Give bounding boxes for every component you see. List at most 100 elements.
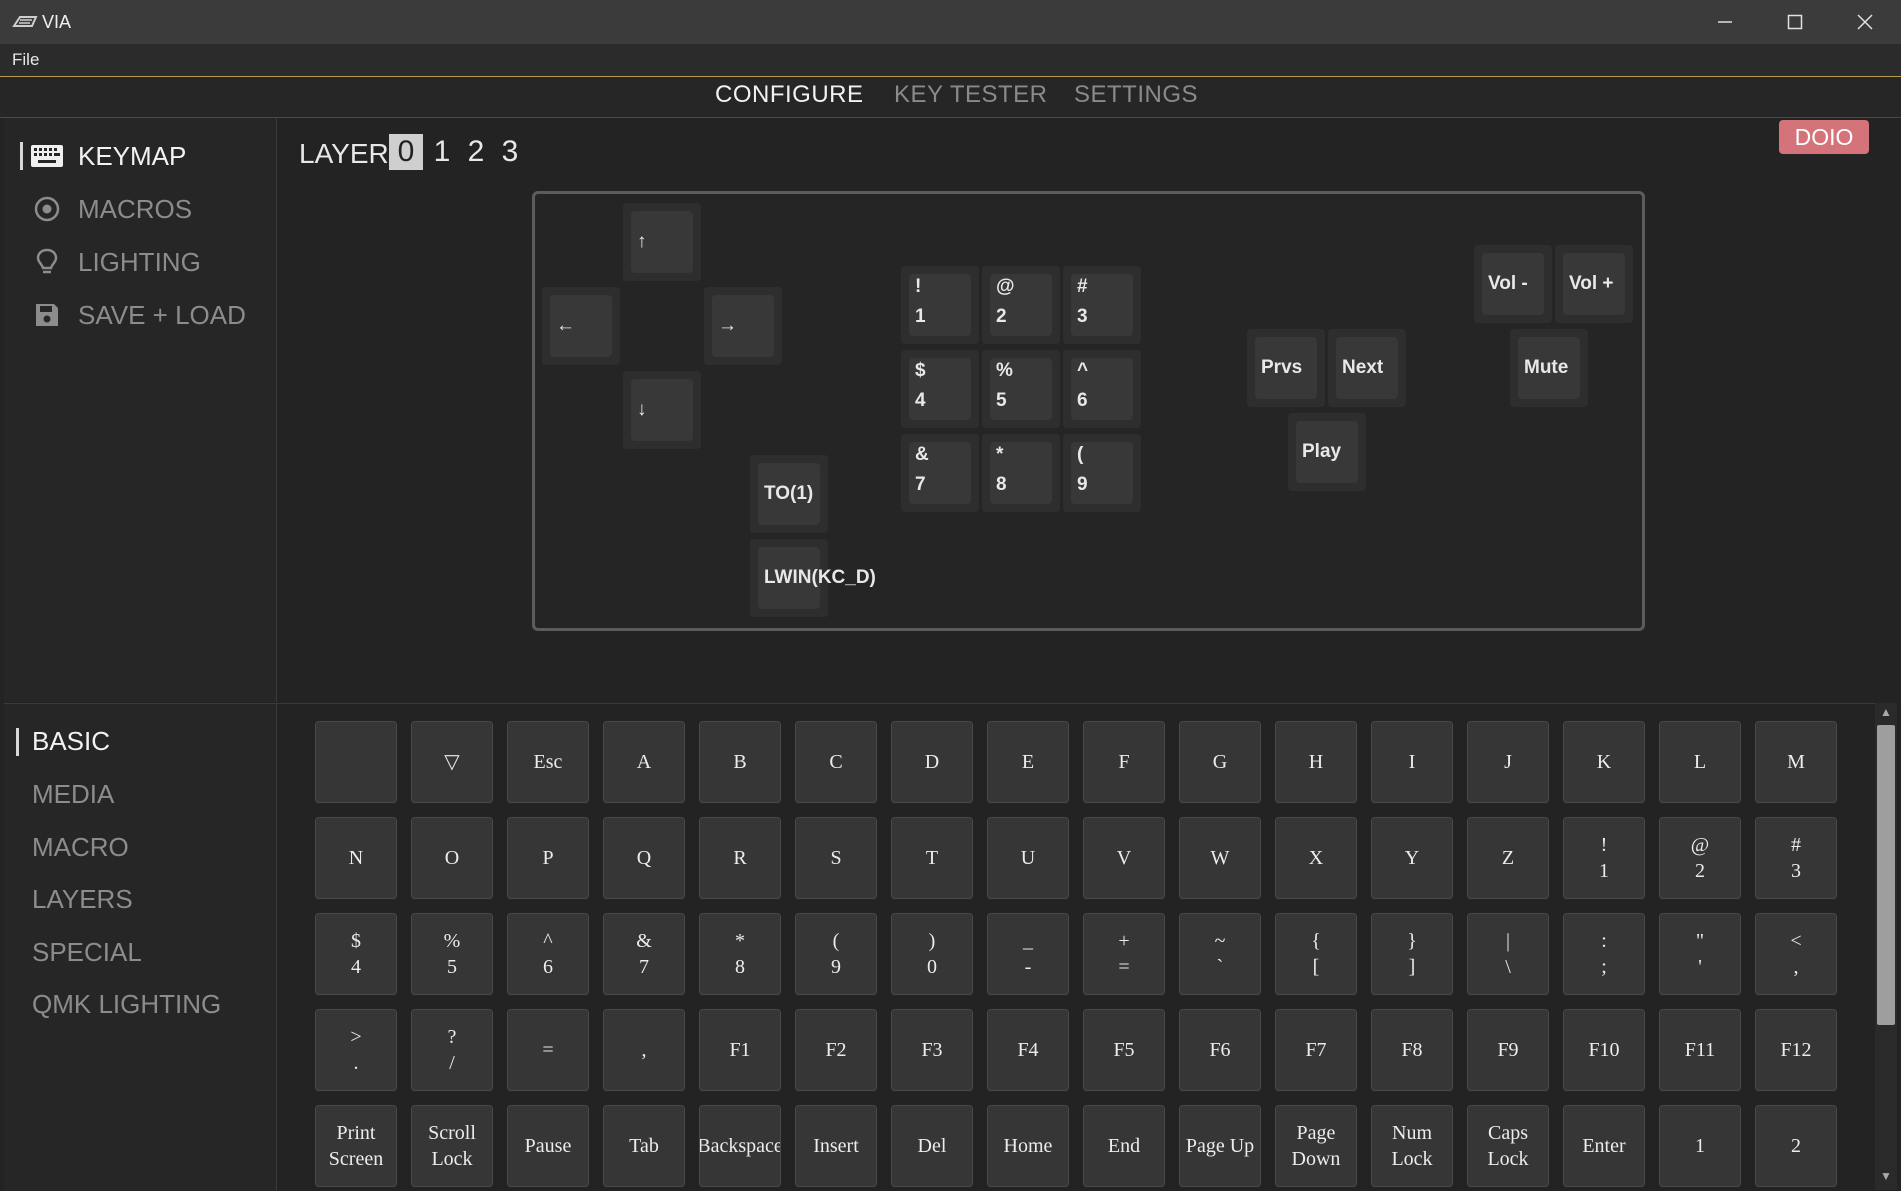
keycode-button[interactable]: Pause: [507, 1105, 589, 1187]
keycode-button[interactable]: Page Down: [1275, 1105, 1357, 1187]
keycode-button[interactable]: D: [891, 721, 973, 803]
keycode-button[interactable]: R: [699, 817, 781, 899]
key-arrow-up[interactable]: ↑: [623, 203, 701, 281]
key-mute[interactable]: Mute: [1510, 329, 1588, 407]
keycode-button[interactable]: Backspace: [699, 1105, 781, 1187]
keycode-button[interactable]: [315, 721, 397, 803]
tab-key-tester[interactable]: KEY TESTER: [894, 81, 1048, 109]
keycode-button[interactable]: ) 0: [891, 913, 973, 995]
keycode-button[interactable]: E: [987, 721, 1069, 803]
key-arrow-right[interactable]: →: [704, 287, 782, 365]
key-2[interactable]: @2: [982, 266, 1060, 344]
keycode-button[interactable]: Page Up: [1179, 1105, 1261, 1187]
keycode-button[interactable]: Tab: [603, 1105, 685, 1187]
keycode-button[interactable]: Del: [891, 1105, 973, 1187]
sidebar-item-macros[interactable]: MACROS: [30, 191, 192, 227]
keycode-button[interactable]: S: [795, 817, 877, 899]
keycode-button[interactable]: A: [603, 721, 685, 803]
keycode-button[interactable]: F12: [1755, 1009, 1837, 1091]
keycode-button[interactable]: Y: [1371, 817, 1453, 899]
keycode-button[interactable]: (9: [795, 913, 877, 995]
keycode-button[interactable]: $4: [315, 913, 397, 995]
keycode-button[interactable]: & 7: [603, 913, 685, 995]
category-macro[interactable]: MACRO: [32, 832, 129, 863]
keycode-button[interactable]: Insert: [795, 1105, 877, 1187]
sidebar-item-keymap[interactable]: KEYMAP: [20, 138, 186, 174]
tab-settings[interactable]: SETTINGS: [1074, 81, 1198, 109]
key-lwin[interactable]: LWIN(KC_D): [750, 539, 876, 617]
keycode-scrollbar[interactable]: ▲ ▼: [1875, 703, 1897, 1190]
keycode-button[interactable]: K: [1563, 721, 1645, 803]
maximize-button[interactable]: [1760, 0, 1830, 44]
minimize-button[interactable]: [1690, 0, 1760, 44]
keycode-button[interactable]: V: [1083, 817, 1165, 899]
keycode-button[interactable]: End: [1083, 1105, 1165, 1187]
key-8[interactable]: * 8: [982, 434, 1060, 512]
category-media[interactable]: MEDIA: [32, 779, 114, 810]
keycode-button[interactable]: Enter: [1563, 1105, 1645, 1187]
keycode-button[interactable]: F2: [795, 1009, 877, 1091]
layer-1-button[interactable]: 1: [425, 134, 459, 170]
keycode-button[interactable]: N: [315, 817, 397, 899]
keycode-button[interactable]: Home: [987, 1105, 1069, 1187]
category-qmk-lighting[interactable]: QMK LIGHTING: [32, 989, 221, 1020]
keycode-button[interactable]: ▽: [411, 721, 493, 803]
keycode-button[interactable]: Z: [1467, 817, 1549, 899]
keycode-button[interactable]: F5: [1083, 1009, 1165, 1091]
keycode-button[interactable]: F11: [1659, 1009, 1741, 1091]
keycode-button[interactable]: X: [1275, 817, 1357, 899]
keycode-button[interactable]: * 8: [699, 913, 781, 995]
keycode-button[interactable]: C: [795, 721, 877, 803]
keycode-button[interactable]: #3: [1755, 817, 1837, 899]
keycode-button[interactable]: ~ `: [1179, 913, 1261, 995]
keycode-button[interactable]: ! 1: [1563, 817, 1645, 899]
keycode-button[interactable]: G: [1179, 721, 1261, 803]
key-7[interactable]: & 7: [901, 434, 979, 512]
keycode-button[interactable]: F4: [987, 1009, 1069, 1091]
keycode-button[interactable]: | \: [1467, 913, 1549, 995]
keycode-button[interactable]: :;: [1563, 913, 1645, 995]
keycode-button[interactable]: Q: [603, 817, 685, 899]
keycode-button[interactable]: >.: [315, 1009, 397, 1091]
sidebar-item-lighting[interactable]: LIGHTING: [30, 244, 201, 280]
keycode-button[interactable]: }]: [1371, 913, 1453, 995]
keycode-button[interactable]: Num Lock: [1371, 1105, 1453, 1187]
tab-configure[interactable]: CONFIGURE: [715, 81, 864, 109]
keycode-button[interactable]: I: [1371, 721, 1453, 803]
key-3[interactable]: #3: [1063, 266, 1141, 344]
key-arrow-down[interactable]: ↓: [623, 371, 701, 449]
key-next[interactable]: Next: [1328, 329, 1406, 407]
scroll-thumb[interactable]: [1877, 725, 1895, 1025]
menu-file[interactable]: File: [12, 50, 39, 70]
keycode-button[interactable]: 1: [1659, 1105, 1741, 1187]
keycode-button[interactable]: F7: [1275, 1009, 1357, 1091]
key-9[interactable]: (9: [1063, 434, 1141, 512]
key-prvs[interactable]: Prvs: [1247, 329, 1325, 407]
keycode-button[interactable]: L: [1659, 721, 1741, 803]
keycode-button[interactable]: B: [699, 721, 781, 803]
scroll-up-icon[interactable]: ▲: [1875, 705, 1897, 723]
close-button[interactable]: [1830, 0, 1900, 44]
keycode-button[interactable]: M: [1755, 721, 1837, 803]
layer-0-button[interactable]: 0: [389, 134, 423, 170]
keycode-button[interactable]: ^ 6: [507, 913, 589, 995]
keycode-button[interactable]: @2: [1659, 817, 1741, 899]
key-6[interactable]: ^ 6: [1063, 350, 1141, 428]
category-basic[interactable]: BASIC: [32, 726, 110, 757]
keycode-button[interactable]: % 5: [411, 913, 493, 995]
sidebar-item-save-load[interactable]: SAVE + LOAD: [30, 297, 246, 333]
category-special[interactable]: SPECIAL: [32, 937, 142, 968]
layer-3-button[interactable]: 3: [493, 134, 527, 170]
keycode-button[interactable]: T: [891, 817, 973, 899]
keycode-button[interactable]: + =: [1083, 913, 1165, 995]
keycode-button[interactable]: F: [1083, 721, 1165, 803]
keycode-button[interactable]: ,: [603, 1009, 685, 1091]
keycode-button[interactable]: ? /: [411, 1009, 493, 1091]
keycode-button[interactable]: U: [987, 817, 1069, 899]
scroll-down-icon[interactable]: ▼: [1875, 1169, 1897, 1187]
key-vol-down[interactable]: Vol -: [1474, 245, 1552, 323]
keycode-button[interactable]: P: [507, 817, 589, 899]
keycode-button[interactable]: Esc: [507, 721, 589, 803]
keycode-button[interactable]: _ -: [987, 913, 1069, 995]
key-arrow-left[interactable]: ←: [542, 287, 620, 365]
